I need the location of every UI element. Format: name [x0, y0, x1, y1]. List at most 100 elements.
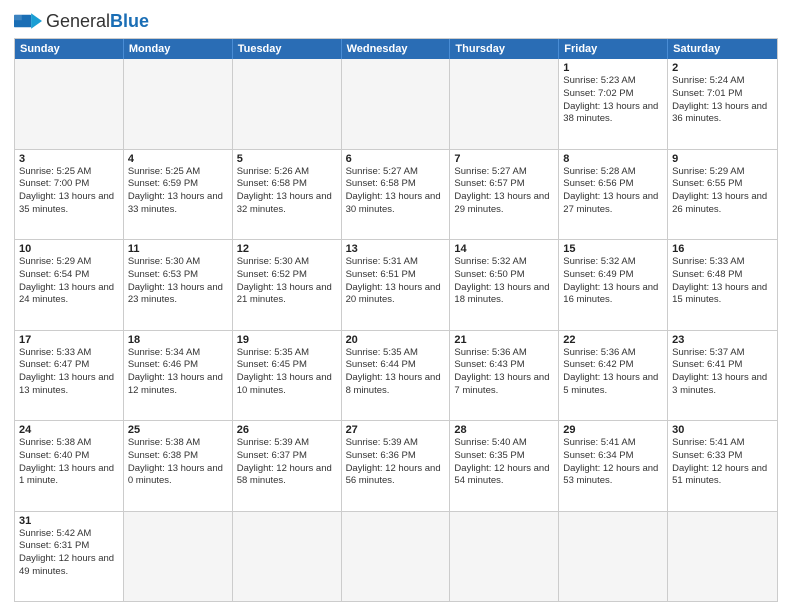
cal-cell: 14Sunrise: 5:32 AM Sunset: 6:50 PM Dayli…	[450, 240, 559, 330]
day-info: Sunrise: 5:30 AM Sunset: 6:53 PM Dayligh…	[128, 256, 228, 307]
cal-cell: 17Sunrise: 5:33 AM Sunset: 6:47 PM Dayli…	[15, 331, 124, 421]
header-cell-tuesday: Tuesday	[233, 39, 342, 59]
cal-cell: 2Sunrise: 5:24 AM Sunset: 7:01 PM Daylig…	[668, 59, 777, 149]
day-info: Sunrise: 5:30 AM Sunset: 6:52 PM Dayligh…	[237, 256, 337, 307]
cal-cell	[559, 512, 668, 602]
header-cell-wednesday: Wednesday	[342, 39, 451, 59]
cal-cell	[233, 512, 342, 602]
cal-cell: 13Sunrise: 5:31 AM Sunset: 6:51 PM Dayli…	[342, 240, 451, 330]
cal-cell: 24Sunrise: 5:38 AM Sunset: 6:40 PM Dayli…	[15, 421, 124, 511]
header-cell-monday: Monday	[124, 39, 233, 59]
cal-cell: 1Sunrise: 5:23 AM Sunset: 7:02 PM Daylig…	[559, 59, 668, 149]
cal-cell	[15, 59, 124, 149]
day-number: 7	[454, 153, 554, 165]
day-number: 21	[454, 334, 554, 346]
day-info: Sunrise: 5:24 AM Sunset: 7:01 PM Dayligh…	[672, 75, 773, 126]
day-info: Sunrise: 5:26 AM Sunset: 6:58 PM Dayligh…	[237, 166, 337, 217]
day-number: 24	[19, 424, 119, 436]
calendar-row-0: 1Sunrise: 5:23 AM Sunset: 7:02 PM Daylig…	[15, 59, 777, 149]
cal-cell: 26Sunrise: 5:39 AM Sunset: 6:37 PM Dayli…	[233, 421, 342, 511]
day-info: Sunrise: 5:40 AM Sunset: 6:35 PM Dayligh…	[454, 437, 554, 488]
header-cell-thursday: Thursday	[450, 39, 559, 59]
cal-cell: 22Sunrise: 5:36 AM Sunset: 6:42 PM Dayli…	[559, 331, 668, 421]
cal-cell: 12Sunrise: 5:30 AM Sunset: 6:52 PM Dayli…	[233, 240, 342, 330]
cal-cell	[450, 512, 559, 602]
cal-cell: 28Sunrise: 5:40 AM Sunset: 6:35 PM Dayli…	[450, 421, 559, 511]
day-number: 27	[346, 424, 446, 436]
day-info: Sunrise: 5:23 AM Sunset: 7:02 PM Dayligh…	[563, 75, 663, 126]
cal-cell	[124, 59, 233, 149]
day-number: 31	[19, 515, 119, 527]
day-info: Sunrise: 5:31 AM Sunset: 6:51 PM Dayligh…	[346, 256, 446, 307]
cal-cell: 6Sunrise: 5:27 AM Sunset: 6:58 PM Daylig…	[342, 150, 451, 240]
cal-cell: 9Sunrise: 5:29 AM Sunset: 6:55 PM Daylig…	[668, 150, 777, 240]
day-info: Sunrise: 5:27 AM Sunset: 6:58 PM Dayligh…	[346, 166, 446, 217]
day-number: 11	[128, 243, 228, 255]
cal-cell	[342, 512, 451, 602]
day-number: 20	[346, 334, 446, 346]
day-info: Sunrise: 5:25 AM Sunset: 6:59 PM Dayligh…	[128, 166, 228, 217]
day-info: Sunrise: 5:28 AM Sunset: 6:56 PM Dayligh…	[563, 166, 663, 217]
day-number: 17	[19, 334, 119, 346]
day-info: Sunrise: 5:35 AM Sunset: 6:44 PM Dayligh…	[346, 347, 446, 398]
day-number: 9	[672, 153, 773, 165]
cal-cell: 7Sunrise: 5:27 AM Sunset: 6:57 PM Daylig…	[450, 150, 559, 240]
cal-cell: 18Sunrise: 5:34 AM Sunset: 6:46 PM Dayli…	[124, 331, 233, 421]
day-info: Sunrise: 5:38 AM Sunset: 6:40 PM Dayligh…	[19, 437, 119, 488]
day-info: Sunrise: 5:36 AM Sunset: 6:42 PM Dayligh…	[563, 347, 663, 398]
day-info: Sunrise: 5:37 AM Sunset: 6:41 PM Dayligh…	[672, 347, 773, 398]
day-number: 23	[672, 334, 773, 346]
day-number: 4	[128, 153, 228, 165]
day-number: 22	[563, 334, 663, 346]
day-info: Sunrise: 5:39 AM Sunset: 6:37 PM Dayligh…	[237, 437, 337, 488]
day-number: 26	[237, 424, 337, 436]
day-number: 3	[19, 153, 119, 165]
day-info: Sunrise: 5:35 AM Sunset: 6:45 PM Dayligh…	[237, 347, 337, 398]
header-cell-friday: Friday	[559, 39, 668, 59]
logo: GeneralBlue	[14, 10, 149, 32]
cal-cell	[124, 512, 233, 602]
day-number: 6	[346, 153, 446, 165]
day-info: Sunrise: 5:29 AM Sunset: 6:55 PM Dayligh…	[672, 166, 773, 217]
cal-cell: 5Sunrise: 5:26 AM Sunset: 6:58 PM Daylig…	[233, 150, 342, 240]
header-cell-saturday: Saturday	[668, 39, 777, 59]
cal-cell	[233, 59, 342, 149]
cal-cell: 29Sunrise: 5:41 AM Sunset: 6:34 PM Dayli…	[559, 421, 668, 511]
day-number: 1	[563, 62, 663, 74]
day-info: Sunrise: 5:38 AM Sunset: 6:38 PM Dayligh…	[128, 437, 228, 488]
calendar-row-4: 24Sunrise: 5:38 AM Sunset: 6:40 PM Dayli…	[15, 420, 777, 511]
day-info: Sunrise: 5:25 AM Sunset: 7:00 PM Dayligh…	[19, 166, 119, 217]
cal-cell: 31Sunrise: 5:42 AM Sunset: 6:31 PM Dayli…	[15, 512, 124, 602]
day-number: 2	[672, 62, 773, 74]
calendar-row-1: 3Sunrise: 5:25 AM Sunset: 7:00 PM Daylig…	[15, 149, 777, 240]
day-number: 29	[563, 424, 663, 436]
cal-cell: 30Sunrise: 5:41 AM Sunset: 6:33 PM Dayli…	[668, 421, 777, 511]
cal-cell: 8Sunrise: 5:28 AM Sunset: 6:56 PM Daylig…	[559, 150, 668, 240]
cal-cell	[450, 59, 559, 149]
day-number: 5	[237, 153, 337, 165]
day-info: Sunrise: 5:41 AM Sunset: 6:34 PM Dayligh…	[563, 437, 663, 488]
cal-cell: 11Sunrise: 5:30 AM Sunset: 6:53 PM Dayli…	[124, 240, 233, 330]
day-number: 14	[454, 243, 554, 255]
day-info: Sunrise: 5:27 AM Sunset: 6:57 PM Dayligh…	[454, 166, 554, 217]
cal-cell: 27Sunrise: 5:39 AM Sunset: 6:36 PM Dayli…	[342, 421, 451, 511]
day-number: 19	[237, 334, 337, 346]
cal-cell: 16Sunrise: 5:33 AM Sunset: 6:48 PM Dayli…	[668, 240, 777, 330]
cal-cell: 10Sunrise: 5:29 AM Sunset: 6:54 PM Dayli…	[15, 240, 124, 330]
day-info: Sunrise: 5:39 AM Sunset: 6:36 PM Dayligh…	[346, 437, 446, 488]
day-info: Sunrise: 5:32 AM Sunset: 6:49 PM Dayligh…	[563, 256, 663, 307]
calendar-row-5: 31Sunrise: 5:42 AM Sunset: 6:31 PM Dayli…	[15, 511, 777, 602]
day-number: 8	[563, 153, 663, 165]
day-number: 28	[454, 424, 554, 436]
cal-cell: 21Sunrise: 5:36 AM Sunset: 6:43 PM Dayli…	[450, 331, 559, 421]
day-info: Sunrise: 5:34 AM Sunset: 6:46 PM Dayligh…	[128, 347, 228, 398]
day-info: Sunrise: 5:36 AM Sunset: 6:43 PM Dayligh…	[454, 347, 554, 398]
day-info: Sunrise: 5:42 AM Sunset: 6:31 PM Dayligh…	[19, 528, 119, 579]
calendar-body: 1Sunrise: 5:23 AM Sunset: 7:02 PM Daylig…	[15, 59, 777, 601]
day-number: 18	[128, 334, 228, 346]
day-number: 10	[19, 243, 119, 255]
cal-cell: 19Sunrise: 5:35 AM Sunset: 6:45 PM Dayli…	[233, 331, 342, 421]
day-info: Sunrise: 5:41 AM Sunset: 6:33 PM Dayligh…	[672, 437, 773, 488]
day-info: Sunrise: 5:33 AM Sunset: 6:47 PM Dayligh…	[19, 347, 119, 398]
day-info: Sunrise: 5:33 AM Sunset: 6:48 PM Dayligh…	[672, 256, 773, 307]
